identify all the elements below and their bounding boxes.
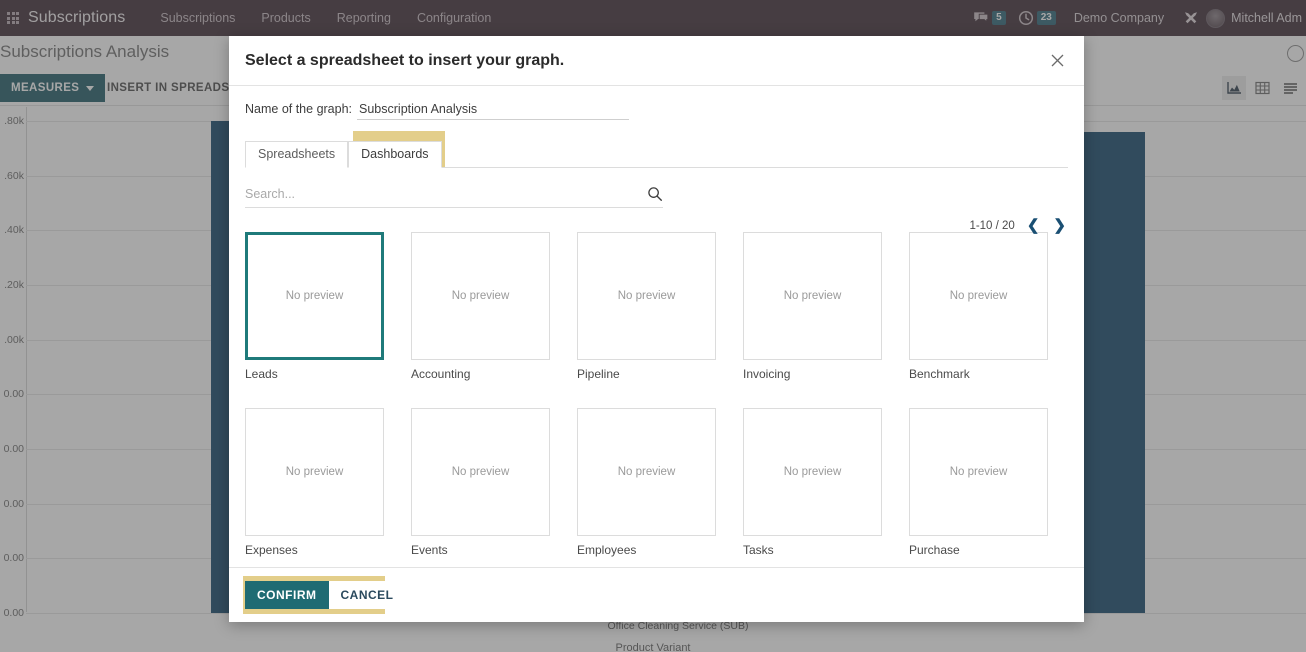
dashboard-search-row bbox=[245, 186, 663, 208]
dashboard-card-preview: No preview bbox=[411, 232, 550, 360]
graph-name-label: Name of the graph: bbox=[245, 102, 353, 116]
dashboard-card-label: Accounting bbox=[411, 367, 471, 381]
dialog-tabs-wrap: Spreadsheets Dashboards bbox=[245, 131, 1068, 168]
dashboard-card[interactable]: No preview Expenses bbox=[245, 408, 384, 557]
tab-dashboards[interactable]: Dashboards bbox=[348, 141, 442, 168]
cancel-button[interactable]: CANCEL bbox=[328, 581, 406, 609]
dialog-tabs: Spreadsheets Dashboards bbox=[245, 140, 1068, 168]
dashboard-card-label: Leads bbox=[245, 367, 278, 381]
dashboard-card-label: Purchase bbox=[909, 543, 960, 557]
search-input[interactable] bbox=[245, 187, 647, 201]
dashboard-card[interactable]: No preview Benchmark bbox=[909, 232, 1048, 381]
insert-spreadsheet-dialog: Select a spreadsheet to insert your grap… bbox=[229, 36, 1084, 622]
dialog-header: Select a spreadsheet to insert your grap… bbox=[229, 36, 1084, 86]
dashboard-card[interactable]: No preview Employees bbox=[577, 408, 716, 557]
dashboard-card[interactable]: No preview Tasks bbox=[743, 408, 882, 557]
dashboard-card-preview: No preview bbox=[245, 408, 384, 536]
screen: Subscriptions Subscriptions Products Rep… bbox=[0, 0, 1306, 652]
pager-range: 1-10 / 20 bbox=[969, 219, 1015, 232]
dashboard-card-label: Invoicing bbox=[743, 367, 791, 381]
dashboard-card[interactable]: No preview Events bbox=[411, 408, 550, 557]
chevron-left-icon[interactable]: ❮ bbox=[1025, 218, 1042, 233]
graph-name-input[interactable] bbox=[357, 102, 630, 120]
pagination: 1-10 / 20 ❮ ❯ bbox=[969, 218, 1068, 233]
dashboard-card-grid: No preview Leads No preview Accounting No pr… bbox=[245, 232, 1068, 557]
confirm-button[interactable]: CONFIRM bbox=[245, 581, 329, 609]
dashboard-card-preview: No preview bbox=[909, 408, 1048, 536]
dashboard-card[interactable]: No preview Purchase bbox=[909, 408, 1048, 557]
dashboard-card-preview: No preview bbox=[577, 408, 716, 536]
dashboard-card-preview: No preview bbox=[743, 232, 882, 360]
dashboard-card-label: Tasks bbox=[743, 543, 774, 557]
dashboard-card-preview: No preview bbox=[743, 408, 882, 536]
dialog-title: Select a spreadsheet to insert your grap… bbox=[245, 51, 565, 69]
dashboard-card[interactable]: No preview Pipeline bbox=[577, 232, 716, 381]
dialog-body: Name of the graph: Spreadsheets Dashboar… bbox=[229, 86, 1084, 567]
dashboard-card[interactable]: No preview Accounting bbox=[411, 232, 550, 381]
footer-buttons: CONFIRM CANCEL bbox=[245, 581, 406, 609]
graph-name-row: Name of the graph: bbox=[245, 102, 1068, 120]
dashboard-card-label: Employees bbox=[577, 543, 637, 557]
dashboard-card[interactable]: No preview Invoicing bbox=[743, 232, 882, 381]
dashboard-card-label: Events bbox=[411, 543, 448, 557]
dashboard-card-label: Benchmark bbox=[909, 367, 970, 381]
dashboard-card-label: Pipeline bbox=[577, 367, 620, 381]
dashboard-card[interactable]: No preview Leads bbox=[245, 232, 384, 381]
search-icon[interactable] bbox=[647, 186, 663, 202]
dashboard-card-preview: No preview bbox=[411, 408, 550, 536]
dashboard-card-preview: No preview bbox=[909, 232, 1048, 360]
dashboard-card-label: Expenses bbox=[245, 543, 298, 557]
chevron-right-icon[interactable]: ❯ bbox=[1051, 218, 1068, 233]
tab-spreadsheets[interactable]: Spreadsheets bbox=[245, 141, 349, 168]
dialog-footer: CONFIRM CANCEL bbox=[229, 567, 1084, 622]
close-icon[interactable] bbox=[1044, 48, 1070, 74]
dashboard-card-preview: No preview bbox=[245, 232, 384, 360]
dashboard-card-preview: No preview bbox=[577, 232, 716, 360]
